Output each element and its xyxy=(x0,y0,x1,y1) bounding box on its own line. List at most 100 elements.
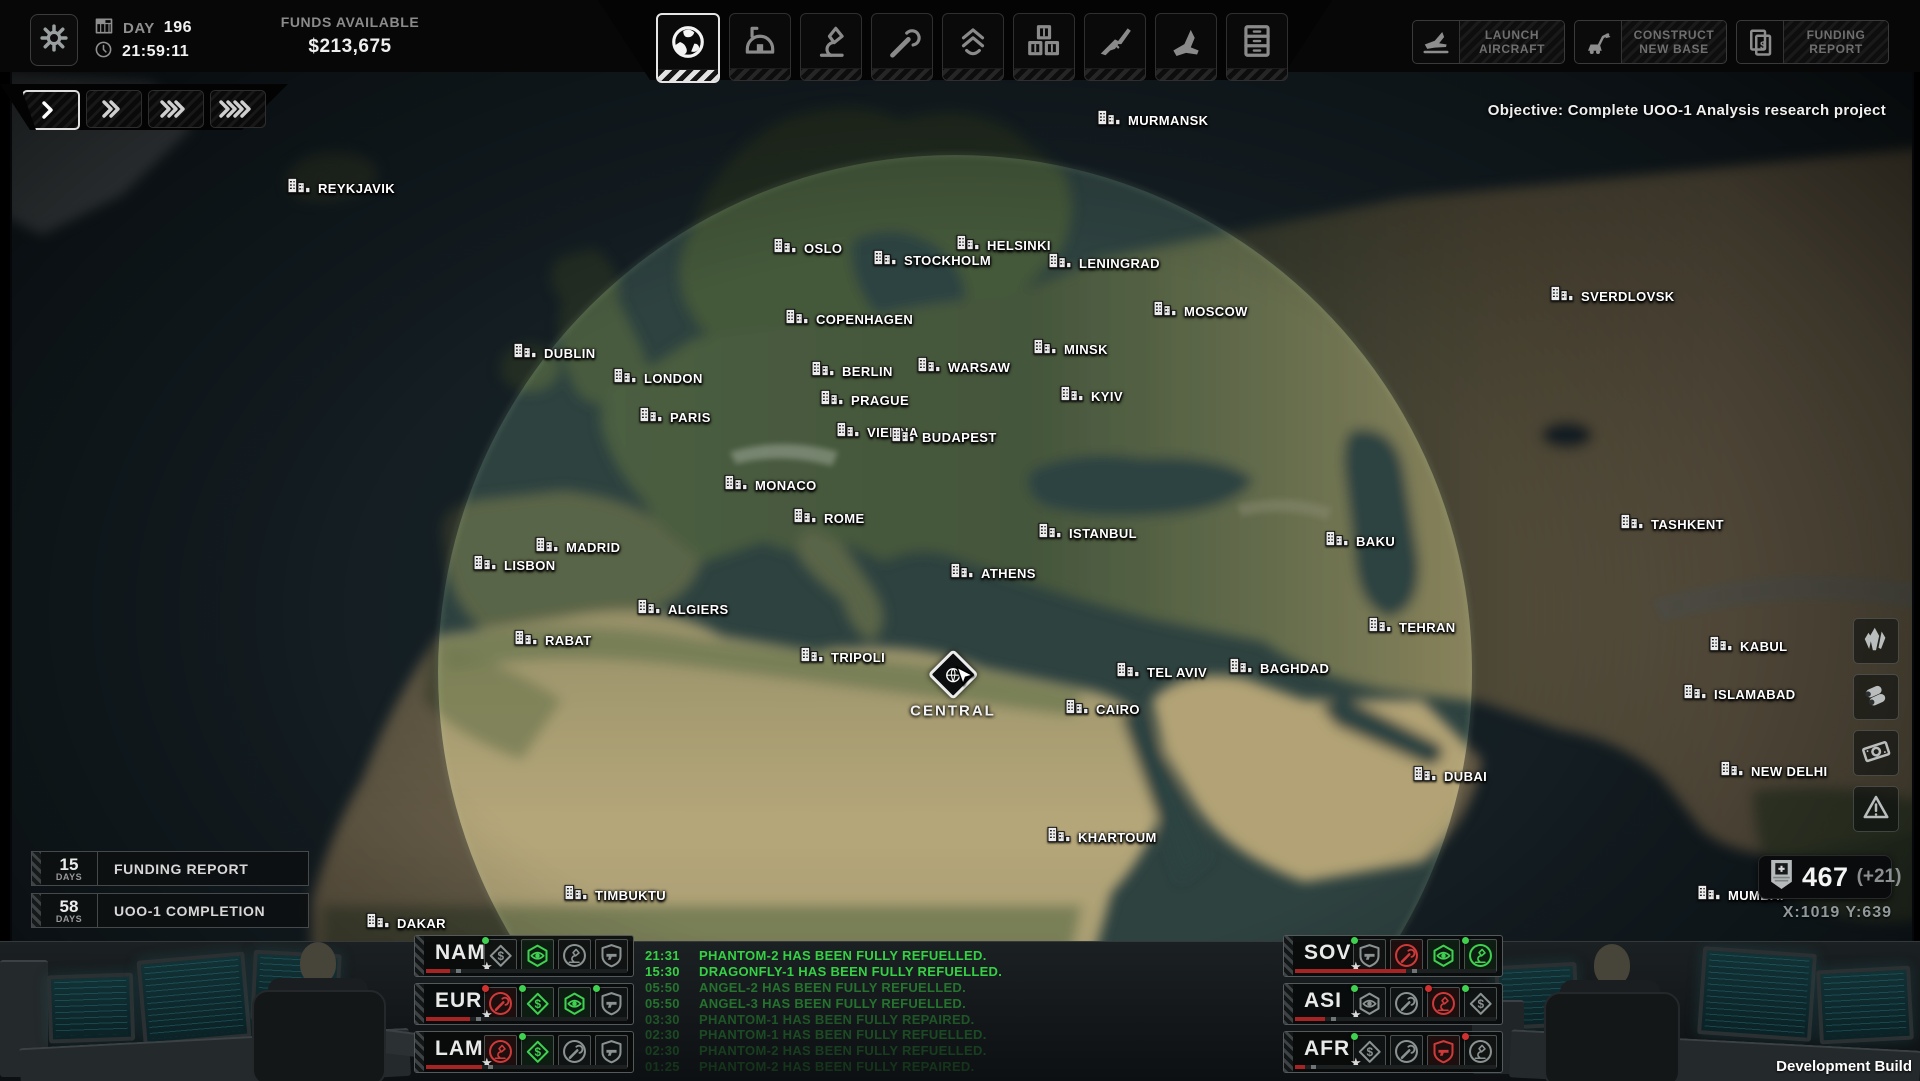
nav-archive[interactable] xyxy=(1226,13,1288,81)
countdown-days: 15 xyxy=(60,856,79,873)
status-dot xyxy=(1425,985,1432,992)
world-map-art xyxy=(10,72,1914,941)
status-dot xyxy=(482,985,489,992)
construct-base-icon xyxy=(1575,21,1622,63)
time-speed-3[interactable] xyxy=(148,90,204,128)
status-dot xyxy=(1462,1033,1469,1040)
region-status-military-icon[interactable] xyxy=(595,1035,628,1068)
side-alloys[interactable] xyxy=(1853,674,1899,720)
status-dot xyxy=(519,1033,526,1040)
region-status-intel-icon[interactable] xyxy=(1427,939,1460,972)
region-panel-ASI[interactable]: ASI ★ $ xyxy=(1283,983,1503,1025)
log-entry: 02:30PHANTOM-2 HAS BEEN FULLY REFUELLED. xyxy=(645,1043,1075,1059)
region-status-funds-icon[interactable]: $ xyxy=(521,987,554,1020)
region-panel-LAM[interactable]: LAM★$ xyxy=(414,1031,634,1073)
log-message: ANGEL-3 HAS BEEN FULLY REFUELLED. xyxy=(699,996,966,1011)
region-status-research-icon[interactable] xyxy=(1464,1035,1497,1068)
side-cash[interactable] xyxy=(1853,730,1899,776)
svg-text:$: $ xyxy=(534,997,541,1011)
log-message: DRAGONFLY-1 HAS BEEN FULLY REFUELLED. xyxy=(699,964,1002,979)
log-time: 05:50 xyxy=(645,980,683,995)
region-panel-NAM[interactable]: NAM$★ xyxy=(414,935,634,977)
geoscape-map[interactable] xyxy=(10,72,1914,941)
region-status-funds-icon[interactable]: $★ xyxy=(1353,1035,1386,1068)
score-badge[interactable]: 467 (+21) xyxy=(1758,855,1892,899)
nav-stores[interactable] xyxy=(1013,13,1075,81)
main-nav xyxy=(656,13,1288,83)
score-value: 467 xyxy=(1802,862,1849,893)
log-entry: 21:31PHANTOM-2 HAS BEEN FULLY REFUELLED. xyxy=(645,948,1075,964)
region-status-funds-icon[interactable]: $ xyxy=(1464,987,1497,1020)
region-status-research-icon[interactable] xyxy=(1464,939,1497,972)
time-speed-4[interactable] xyxy=(210,90,266,128)
action-label: LAUNCH AIRCRAFT xyxy=(1460,21,1564,63)
objective-text: Objective: Complete UOO-1 Analysis resea… xyxy=(1488,102,1886,119)
nav-geoscape[interactable] xyxy=(656,13,720,83)
region-progress xyxy=(426,1017,627,1021)
countdown-row[interactable]: 58DAYS UOO-1 COMPLETION xyxy=(31,893,309,928)
region-status-intel-icon[interactable]: ★ xyxy=(1353,987,1386,1020)
region-status-funds-icon[interactable]: $★ xyxy=(484,939,517,972)
log-time: 01:25 xyxy=(645,1059,683,1074)
region-progress xyxy=(426,969,627,973)
research-icon xyxy=(801,14,861,68)
action-label: FUNDING REPORT xyxy=(1784,21,1888,63)
region-progress xyxy=(1295,1017,1496,1021)
region-panel-EUR[interactable]: EUR★$ xyxy=(414,983,634,1025)
region-status-engineering-icon[interactable] xyxy=(1390,1035,1423,1068)
region-status-military-icon[interactable] xyxy=(595,939,628,972)
day-value: 196 xyxy=(164,19,192,37)
status-dot xyxy=(1462,937,1469,944)
regions-right: SOV★ASI★$AFR$★ xyxy=(1283,935,1503,1073)
nav-armory[interactable] xyxy=(1084,13,1146,81)
countdown-days: 58 xyxy=(60,898,79,915)
action-construct-base[interactable]: CONSTRUCT NEW BASE xyxy=(1574,20,1727,64)
countdown-panels: 15DAYSFUNDING REPORT 58DAYS UOO-1 COMPLETI… xyxy=(31,851,309,928)
region-status-intel-icon[interactable] xyxy=(521,939,554,972)
region-status-engineering-icon[interactable]: ★ xyxy=(484,987,517,1020)
countdown-unit: DAYS xyxy=(56,915,82,924)
settings-button[interactable] xyxy=(30,14,78,66)
badge-icon xyxy=(1769,859,1794,895)
region-panel-AFR[interactable]: AFR$★ xyxy=(1283,1031,1503,1073)
region-status-military-icon[interactable]: ★ xyxy=(1353,939,1386,972)
region-code: ASI xyxy=(1304,989,1342,1013)
status-dot xyxy=(519,985,526,992)
day-time-display: DAY 196 21:59:11 xyxy=(94,18,192,66)
status-dot xyxy=(1351,937,1358,944)
countdown-label: UOO-1 COMPLETION xyxy=(98,894,308,927)
nav-aircraft[interactable] xyxy=(1155,13,1217,81)
nav-research[interactable] xyxy=(800,13,862,81)
crystals-icon xyxy=(1861,624,1891,659)
region-status-intel-icon[interactable] xyxy=(558,987,591,1020)
time-speed-1[interactable] xyxy=(22,90,80,130)
region-status-engineering-icon[interactable] xyxy=(1390,987,1423,1020)
header-actions: LAUNCH AIRCRAFTCONSTRUCT NEW BASE$FUNDIN… xyxy=(1412,20,1889,64)
side-alerts[interactable] xyxy=(1853,786,1899,832)
time-speed-2[interactable] xyxy=(86,90,142,128)
svg-text:$: $ xyxy=(534,1045,541,1059)
action-funding-report[interactable]: $FUNDING REPORT xyxy=(1736,20,1889,64)
action-launch-aircraft[interactable]: LAUNCH AIRCRAFT xyxy=(1412,20,1565,64)
time-value: 21:59:11 xyxy=(122,43,189,61)
countdown-row[interactable]: 15DAYSFUNDING REPORT xyxy=(31,851,309,886)
svg-text:$: $ xyxy=(1366,1045,1373,1059)
region-status-research-icon[interactable]: ★ xyxy=(484,1035,517,1068)
calendar-icon xyxy=(94,16,114,41)
log-entry: 02:30PHANTOM-1 HAS BEEN FULLY REFUELLED. xyxy=(645,1027,1075,1043)
nav-base[interactable] xyxy=(729,13,791,81)
status-dot xyxy=(482,937,489,944)
nav-engineering[interactable] xyxy=(871,13,933,81)
region-status-research-icon[interactable] xyxy=(558,939,591,972)
region-status-funds-icon[interactable]: $ xyxy=(521,1035,554,1068)
region-status-engineering-icon[interactable] xyxy=(1390,939,1423,972)
region-status-engineering-icon[interactable] xyxy=(558,1035,591,1068)
region-status-research-icon[interactable] xyxy=(1427,987,1460,1020)
region-status-military-icon[interactable] xyxy=(595,987,628,1020)
side-crystals[interactable] xyxy=(1853,618,1899,664)
region-panel-SOV[interactable]: SOV★ xyxy=(1283,935,1503,977)
region-status-military-icon[interactable] xyxy=(1427,1035,1460,1068)
nav-personnel[interactable] xyxy=(942,13,1004,81)
alloys-icon xyxy=(1861,680,1891,715)
personnel-icon xyxy=(943,14,1003,68)
